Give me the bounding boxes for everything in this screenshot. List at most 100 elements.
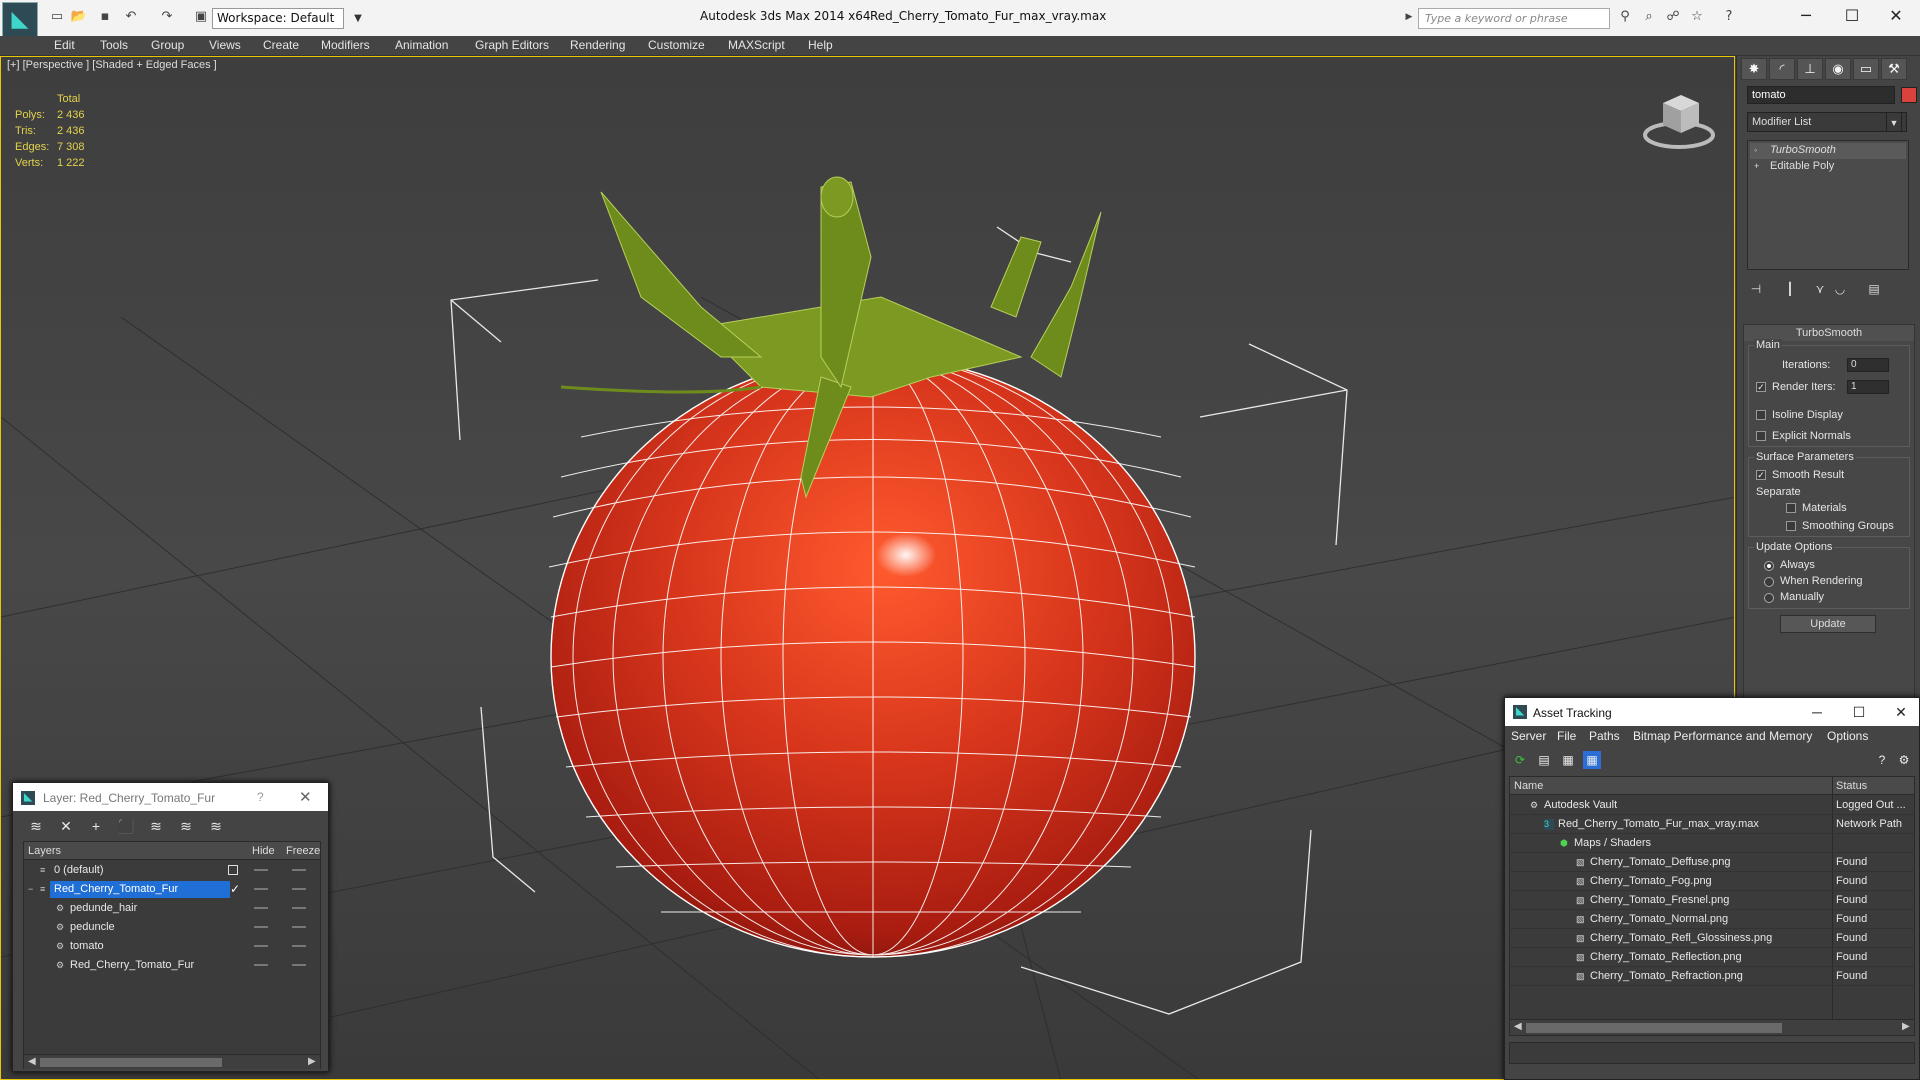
column-name[interactable]: Name <box>1514 780 1543 792</box>
render-iters-spinner[interactable]: 1 <box>1847 380 1889 394</box>
refresh-icon[interactable]: ⟳ <box>1511 751 1529 769</box>
asset-row[interactable]: ▧ Cherry_Tomato_Refraction.png Found <box>1510 967 1914 986</box>
column-layers[interactable]: Layers <box>28 845 61 857</box>
menu-rendering[interactable]: Rendering <box>570 38 625 52</box>
when-rendering-radio[interactable] <box>1764 577 1774 587</box>
scroll-left-icon[interactable]: ◀ <box>1514 1021 1522 1032</box>
make-unique-icon[interactable]: ⋎ <box>1811 280 1829 298</box>
menu-animation[interactable]: Animation <box>395 38 448 52</box>
chevron-down-icon[interactable]: ▼ <box>350 8 366 29</box>
menu-maxscript[interactable]: MAXScript <box>728 38 785 52</box>
menu-group[interactable]: Group <box>151 38 184 52</box>
column-hide[interactable]: Hide <box>252 845 275 857</box>
menu-tools[interactable]: Tools <box>100 38 128 52</box>
table-view-icon[interactable]: ▦ <box>1583 751 1601 769</box>
minimize-icon[interactable]: ─ <box>1786 4 1826 28</box>
expand-plus-icon[interactable]: + <box>1754 162 1763 171</box>
project-folder-icon[interactable]: ▣ <box>192 8 210 26</box>
render-iters-checkbox[interactable]: ✓ <box>1756 382 1766 392</box>
help-icon[interactable]: ? <box>1720 8 1738 26</box>
update-button[interactable]: Update <box>1780 615 1876 633</box>
freeze-toggle[interactable] <box>292 907 306 909</box>
chevron-down-icon[interactable]: ▼ <box>1886 112 1902 132</box>
menu-server[interactable]: Server <box>1511 729 1546 743</box>
asset-window-title[interactable]: ◣ Asset Tracking ─ ☐ ✕ <box>1505 698 1919 726</box>
smoothing-groups-checkbox[interactable] <box>1786 521 1796 531</box>
settings-icon[interactable]: ⚙ <box>1895 751 1913 769</box>
open-file-icon[interactable]: 📂 <box>70 8 88 26</box>
show-end-result-icon[interactable]: ┃ <box>1781 280 1799 298</box>
menu-options[interactable]: Options <box>1827 729 1868 743</box>
asset-row[interactable]: ⚙ Autodesk Vault Logged Out ... <box>1510 796 1914 815</box>
layer-row[interactable]: ≡ 0 (default) <box>24 861 320 880</box>
stack-item-turbosmooth[interactable]: ◦ TurboSmooth <box>1750 143 1906 159</box>
hide-toggle[interactable] <box>254 869 268 871</box>
materials-checkbox[interactable] <box>1786 503 1796 513</box>
menu-paths[interactable]: Paths <box>1589 729 1620 743</box>
asset-row[interactable]: ⬢ Maps / Shaders <box>1510 834 1914 853</box>
modify-tab-icon[interactable]: ◜ <box>1769 58 1795 80</box>
scrollbar-thumb[interactable] <box>1526 1023 1782 1033</box>
always-radio[interactable] <box>1764 561 1774 571</box>
horizontal-scrollbar[interactable]: ◀ ▶ <box>24 1054 320 1069</box>
explicit-normals-checkbox[interactable] <box>1756 431 1766 441</box>
menu-edit[interactable]: Edit <box>54 38 75 52</box>
undo-icon[interactable]: ↶ <box>122 8 140 26</box>
collapse-minus-icon[interactable]: − <box>28 884 38 894</box>
checkmark-icon[interactable]: ✓ <box>230 883 240 895</box>
help-icon[interactable]: ? <box>1873 751 1891 769</box>
hide-layers-icon[interactable]: ≋ <box>177 817 195 835</box>
viewport-label[interactable]: [+] [Perspective ] [Shaded + Edged Faces… <box>7 59 217 71</box>
asset-row[interactable]: ▧ Cherry_Tomato_Normal.png Found <box>1510 910 1914 929</box>
minimize-icon[interactable]: ─ <box>1799 701 1835 723</box>
menu-graph-editors[interactable]: Graph Editors <box>475 38 549 52</box>
viewcube-icon[interactable] <box>1641 87 1717 153</box>
new-file-icon[interactable]: ▭ <box>48 8 66 26</box>
hide-toggle[interactable] <box>254 926 268 928</box>
column-status[interactable]: Status <box>1836 780 1867 792</box>
asset-row[interactable]: ▧ Cherry_Tomato_Fog.png Found <box>1510 872 1914 891</box>
app-menu-button[interactable]: ◣ <box>2 2 38 38</box>
help-icon[interactable]: ? <box>257 790 264 804</box>
hide-toggle[interactable] <box>254 888 268 890</box>
menu-customize[interactable]: Customize <box>648 38 705 52</box>
layer-window-title[interactable]: ◣ Layer: Red_Cherry_Tomato_Fur ? ✕ <box>13 783 328 811</box>
create-tab-icon[interactable]: ✸ <box>1741 58 1767 80</box>
layer-row[interactable]: ⚙ pedunde_hair <box>24 899 320 918</box>
remove-modifier-icon[interactable]: ◡ <box>1831 280 1849 298</box>
object-name-field[interactable]: tomato <box>1747 86 1895 104</box>
create-layer-icon[interactable]: ≋ <box>27 817 45 835</box>
freeze-toggle[interactable] <box>292 964 306 966</box>
workspace-dropdown[interactable]: Workspace: Default <box>212 8 344 29</box>
layer-row[interactable]: − ≡ Red_Cherry_Tomato_Fur ✓ <box>24 880 320 899</box>
close-icon[interactable]: ✕ <box>1883 701 1919 723</box>
current-layer-box-icon[interactable] <box>228 865 238 875</box>
lightbulb-icon[interactable]: ◦ <box>1754 146 1763 155</box>
asset-row[interactable]: ▧ Cherry_Tomato_Refl_Glossiness.png Foun… <box>1510 929 1914 948</box>
save-icon[interactable]: ▪ <box>96 8 114 26</box>
hide-toggle[interactable] <box>254 907 268 909</box>
manually-radio[interactable] <box>1764 593 1774 603</box>
highlight-layer-icon[interactable]: ≋ <box>147 817 165 835</box>
horizontal-scrollbar[interactable]: ◀ ▶ <box>1510 1019 1914 1035</box>
layer-row[interactable]: ⚙ tomato <box>24 937 320 956</box>
search-icon[interactable]: ⌕ <box>1640 8 1658 26</box>
maximize-icon[interactable]: ☐ <box>1841 701 1877 723</box>
menu-file[interactable]: File <box>1557 729 1576 743</box>
layer-row[interactable]: ⚙ Red_Cherry_Tomato_Fur <box>24 956 320 975</box>
hierarchy-tab-icon[interactable]: ⊥ <box>1797 58 1823 80</box>
list-view-icon[interactable]: ▤ <box>1535 751 1553 769</box>
object-color-swatch[interactable] <box>1901 87 1917 103</box>
delete-layer-icon[interactable]: ✕ <box>57 817 75 835</box>
expand-search-icon[interactable]: ▶ <box>1400 8 1418 26</box>
freeze-toggle[interactable] <box>292 926 306 928</box>
asset-row[interactable]: ▧ Cherry_Tomato_Fresnel.png Found <box>1510 891 1914 910</box>
menu-views[interactable]: Views <box>209 38 241 52</box>
column-freeze[interactable]: Freeze <box>286 845 320 857</box>
scroll-right-icon[interactable]: ▶ <box>308 1056 316 1067</box>
hide-toggle[interactable] <box>254 964 268 966</box>
iterations-spinner[interactable]: 0 <box>1847 358 1889 372</box>
binoculars-icon[interactable]: ⚲ <box>1616 8 1634 26</box>
redo-icon[interactable]: ↷ <box>158 8 176 26</box>
freeze-layers-icon[interactable]: ≋ <box>207 817 225 835</box>
